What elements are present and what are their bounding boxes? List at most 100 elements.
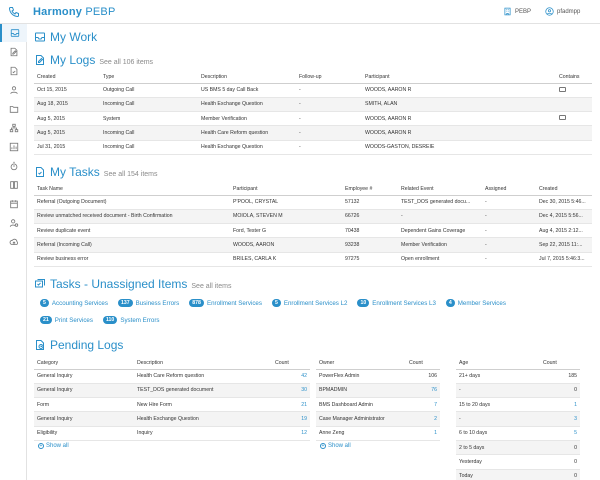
my-logs-see-all-link[interactable]: See all 106 items (99, 59, 153, 66)
sidebar-item-org-chart[interactable] (0, 119, 27, 137)
sidebar-item-user-settings[interactable] (0, 214, 27, 232)
column-header[interactable]: Type (100, 72, 198, 84)
cell-count[interactable]: 76 (406, 383, 440, 399)
sidebar-item-upload[interactable] (0, 233, 27, 251)
sidebar-item-logs[interactable] (0, 43, 27, 61)
table-row[interactable]: Aug 5, 2015 System Member Verification - WOO… (34, 111, 592, 127)
table-row[interactable]: 21+ days 185 (456, 369, 580, 384)
table-row[interactable]: General Inquiry Health Care Reform questi… (34, 369, 310, 384)
pending-category-show-all[interactable]: + Show all (38, 443, 69, 449)
table-row[interactable]: Eligibility Inquiry 12 (34, 426, 310, 441)
column-header[interactable]: Created (34, 72, 100, 84)
queue-link[interactable]: 5 Enrollment Services L2 (271, 299, 347, 307)
table-row[interactable]: -0 (456, 383, 580, 399)
table-row[interactable]: Yesterday 0 (456, 454, 580, 470)
table-row[interactable]: General Inquiry TEST_DOS generated docume… (34, 383, 310, 399)
my-tasks-see-all-link[interactable]: See all 154 items (104, 171, 158, 178)
cell-count[interactable]: 19 (272, 411, 310, 427)
sidebar-item-reports[interactable] (0, 138, 27, 156)
cell-count[interactable]: 42 (272, 369, 310, 384)
user-menu[interactable]: pfadmpp (545, 7, 580, 16)
cell-participant: Ford, Tester G (230, 223, 342, 239)
table-row[interactable]: Aug 5, 2015 Incoming Call Health Care Refo… (34, 125, 592, 141)
column-header[interactable]: Task Name (34, 184, 230, 196)
cell-description: Health Care Reform question (198, 125, 296, 141)
table-row[interactable]: Review business error BRILES, CARLA K 9727… (34, 252, 592, 267)
column-header[interactable]: Related Event (398, 184, 482, 196)
column-header[interactable]: Count (406, 358, 440, 370)
column-header[interactable]: Count (540, 358, 580, 370)
table-row[interactable]: -3 (456, 411, 580, 427)
queue-link[interactable]: 10 Enrollment Services L3 (357, 299, 436, 307)
table-row[interactable]: Today 0 (456, 469, 580, 480)
column-header[interactable]: Follow-up (296, 72, 362, 84)
table-row[interactable]: Case Manager Administrator 2 (316, 411, 440, 427)
org-switcher[interactable]: PEBP (503, 7, 531, 16)
table-row[interactable]: Oct 15, 2015 Outgoing Call US BMS 5 day Ca… (34, 83, 592, 98)
queue-link[interactable]: 137 Business Errors (117, 299, 179, 307)
my-tasks-header: My Tasks See all 154 items (34, 165, 158, 179)
cell-type: Outgoing Call (100, 83, 198, 98)
column-header[interactable]: Employee # (342, 184, 398, 196)
queue-link[interactable]: 5 Accounting Services (40, 299, 108, 307)
cell-count: 0 (540, 469, 580, 480)
column-header[interactable]: Participant (362, 72, 556, 84)
column-header[interactable]: Owner (316, 358, 406, 370)
sidebar-item-documents[interactable] (0, 176, 27, 194)
table-row[interactable]: Form New Hire Form 21 (34, 397, 310, 413)
queue-link[interactable]: 21 Print Services (40, 316, 93, 324)
column-header[interactable]: Contains (556, 72, 592, 84)
table-row[interactable]: 15 to 20 days 1 (456, 397, 580, 413)
cell-name: Review unmatched received document - Bir… (34, 209, 230, 225)
cell-contains (556, 125, 592, 141)
cell-count[interactable]: 7 (406, 397, 440, 413)
column-header[interactable]: Assigned (482, 184, 536, 196)
table-row[interactable]: Review unmatched received document - Bir… (34, 209, 592, 225)
table-row[interactable]: Aug 18, 2015 Incoming Call Health Exchange… (34, 97, 592, 113)
table-row[interactable]: Jul 31, 2015 Incoming Call Health Exchange… (34, 140, 592, 155)
column-header[interactable]: Participant (230, 184, 342, 196)
column-header[interactable]: Description (198, 72, 296, 84)
column-header[interactable]: Description (134, 358, 272, 370)
table-row[interactable]: BPMADMIN 76 (316, 383, 440, 399)
pending-owner-show-all[interactable]: + Show all (320, 443, 351, 449)
cell-owner: Case Manager Administrator (316, 411, 406, 427)
queue-link[interactable]: 878 Enrollment Services (189, 299, 262, 307)
sidebar-item-tasks[interactable] (0, 62, 27, 80)
column-header[interactable]: Created (536, 184, 592, 196)
sidebar-item-cases[interactable] (0, 100, 27, 118)
top-bar: Harmony PEBP PEBP pfadmpp (0, 0, 600, 24)
sidebar-item-participants[interactable] (0, 81, 27, 99)
comment-icon[interactable] (559, 115, 566, 121)
cell-count[interactable]: 21 (272, 397, 310, 413)
cell-count[interactable]: 1 (406, 426, 440, 441)
cell-count[interactable]: 2 (406, 411, 440, 427)
table-row[interactable]: PowerFlex Admin 106 (316, 369, 440, 384)
sidebar-item-calendar[interactable] (0, 195, 27, 213)
cell-count[interactable]: 30 (272, 383, 310, 399)
table-row[interactable]: 6 to 10 days 5 (456, 426, 580, 441)
table-row[interactable]: Anne Zeng 1 (316, 426, 440, 441)
comment-icon[interactable] (559, 86, 566, 92)
queue-link[interactable]: 110 System Errors (102, 316, 160, 324)
cell-count[interactable]: 1 (540, 397, 580, 413)
column-header[interactable]: Category (34, 358, 134, 370)
table-row[interactable]: 2 to 5 days 0 (456, 440, 580, 456)
sidebar-item-timer[interactable] (0, 157, 27, 175)
table-row[interactable]: Referral (Outgoing Document) P'POOL, CRYS… (34, 195, 592, 210)
unassigned-queues-row: 21 Print Services 110 System Errors (40, 316, 590, 324)
cell-count[interactable]: 12 (272, 426, 310, 441)
cell-count[interactable]: 3 (540, 411, 580, 427)
unassigned-see-all-link[interactable]: See all items (191, 283, 231, 290)
column-header[interactable]: Count (272, 358, 310, 370)
table-row[interactable]: General Inquiry Health Exchange Question 1… (34, 411, 310, 427)
queue-link[interactable]: 4 Member Services (445, 299, 506, 307)
table-row[interactable]: Referral (Incoming Call) WOODS, AARON 9323… (34, 237, 592, 253)
column-header[interactable]: Age (456, 358, 540, 370)
sidebar-item-my-work[interactable] (0, 24, 27, 42)
cell-name: Referral (Outgoing Document) (34, 195, 230, 210)
table-row[interactable]: BMS Dashboard Admin 7 (316, 397, 440, 413)
table-row[interactable]: Review duplicate event Ford, Tester G 7043… (34, 223, 592, 239)
cell-count[interactable]: 5 (540, 426, 580, 441)
phone-icon[interactable] (8, 6, 20, 18)
